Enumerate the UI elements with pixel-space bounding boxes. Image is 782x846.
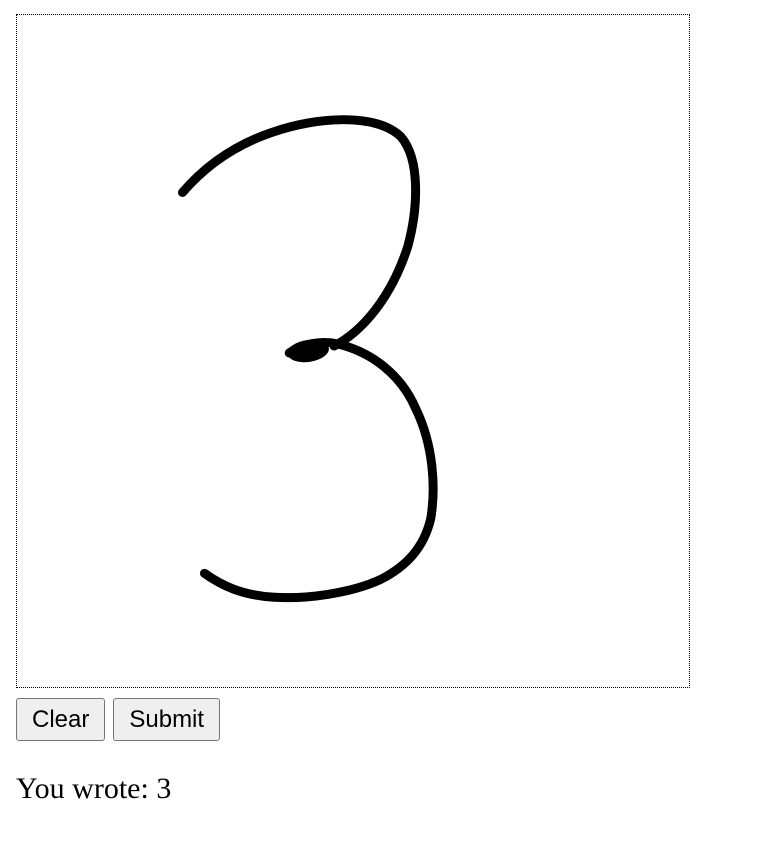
- result-value: 3: [156, 772, 172, 805]
- canvas-controls: Clear Submit: [16, 698, 221, 741]
- drawing-canvas[interactable]: [16, 14, 690, 688]
- result-prefix: You wrote:: [16, 772, 149, 805]
- handwritten-digit-stroke: [178, 115, 438, 603]
- prediction-result: You wrote: 3: [16, 772, 171, 806]
- submit-button[interactable]: Submit: [113, 698, 221, 741]
- clear-button[interactable]: Clear: [16, 698, 106, 741]
